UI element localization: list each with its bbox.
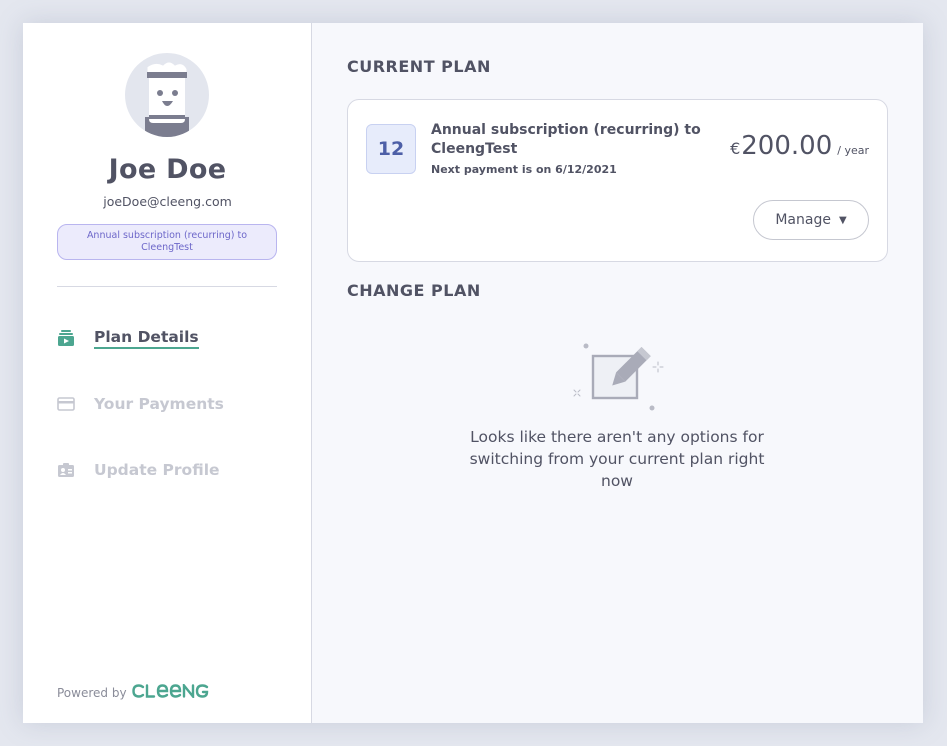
plan-period-badge: 12 (366, 124, 416, 174)
no-options-message: Looks like there aren't any options for … (469, 428, 765, 490)
powered-by: Powered by (57, 682, 218, 701)
change-plan-heading: CHANGE PLAN (347, 281, 481, 300)
next-payment-text: Next payment is on 6/12/2021 (431, 163, 617, 176)
credit-card-icon (57, 395, 75, 413)
sidebar-item-label: Your Payments (94, 395, 224, 413)
avatar (125, 53, 209, 137)
avatar-character-icon (145, 61, 189, 137)
user-name: Joe Doe (108, 154, 227, 185)
manage-button[interactable]: Manage ▼ (753, 200, 869, 240)
sidebar-item-label: Plan Details (94, 328, 199, 349)
sidebar: Joe Doe joeDoe@cleeng.com Annual subscri… (23, 23, 312, 723)
cleeng-logo[interactable] (131, 682, 218, 701)
current-plan-heading: CURRENT PLAN (347, 57, 491, 76)
user-email: joeDoe@cleeng.com (103, 194, 232, 209)
plan-price: € 200.00 / year (730, 131, 869, 161)
plan-title: Annual subscription (recurring) to Cleen… (431, 122, 701, 157)
sidebar-item-label: Update Profile (94, 461, 220, 479)
plan-details-icon (57, 329, 75, 347)
price-period: / year (837, 144, 869, 157)
price-currency: € (730, 139, 741, 158)
sidebar-item-update-profile[interactable]: Update Profile (57, 455, 220, 485)
edit-pencil-icon (571, 341, 667, 413)
price-amount: 200.00 (741, 131, 833, 161)
sidebar-item-your-payments[interactable]: Your Payments (57, 389, 224, 419)
sidebar-divider (57, 286, 277, 287)
id-card-icon (57, 461, 75, 479)
current-plan-card: 12 Annual subscription (recurring) to Cl… (347, 99, 888, 262)
caret-down-icon: ▼ (838, 214, 847, 226)
sidebar-item-plan-details[interactable]: Plan Details (57, 323, 199, 353)
account-card: Joe Doe joeDoe@cleeng.com Annual subscri… (23, 23, 923, 723)
main-content: CURRENT PLAN 12 Annual subscription (rec… (312, 23, 923, 723)
manage-button-label: Manage (775, 212, 831, 228)
subscription-badge: Annual subscription (recurring) to Cleen… (57, 224, 277, 260)
powered-by-text: Powered by (57, 685, 127, 700)
